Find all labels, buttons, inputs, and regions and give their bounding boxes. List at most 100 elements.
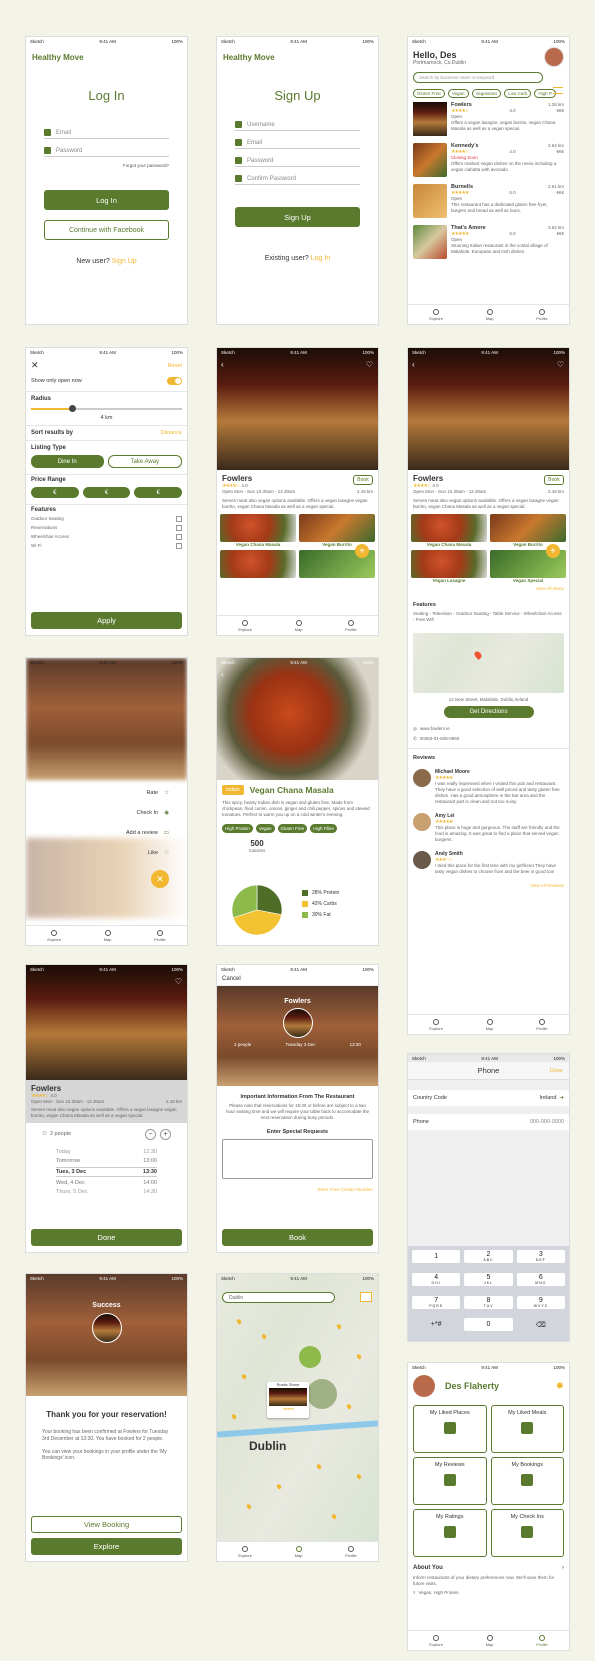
tab-explore[interactable]: Explore [429, 308, 443, 321]
chip-gluten-free[interactable]: Gluten Free [413, 89, 445, 98]
login-link[interactable]: Log In [311, 255, 330, 262]
tab-map[interactable]: Map [295, 1545, 302, 1558]
plus-icon[interactable]: + [160, 1129, 171, 1141]
tab-map[interactable]: Map [295, 619, 302, 632]
dish-card[interactable] [220, 550, 296, 579]
ratings-card[interactable]: My Ratings [413, 1509, 487, 1557]
list-item[interactable]: Burnells 2.61 km ★★★★★ 5.0 €€€ Open This re… [413, 184, 564, 218]
tab-profile[interactable]: Profile [345, 619, 357, 632]
password-field[interactable]: Password [235, 157, 360, 167]
checkins-card[interactable]: My Check Ins [490, 1509, 564, 1557]
search-input[interactable]: Dublin [222, 1292, 335, 1303]
minus-icon[interactable]: − [145, 1129, 156, 1141]
dish-card[interactable]: Vegan Special + [490, 544, 566, 583]
tab-map[interactable]: Map [486, 308, 493, 321]
avatar[interactable] [544, 47, 564, 67]
dine-in-button[interactable]: Dine In [31, 455, 104, 468]
list-item[interactable]: That's Amore 3.62 km ★★★★★ 5.0 €€€ Open Stu… [413, 225, 564, 259]
back-icon[interactable]: ‹ [412, 360, 415, 369]
facebook-button[interactable]: Continue with Facebook [44, 220, 169, 240]
sort-select[interactable]: Distance [161, 430, 182, 436]
chip-vegetarian[interactable]: Vegetarian [471, 89, 502, 98]
keypad-key[interactable]: 1 [412, 1250, 461, 1263]
checkbox[interactable] [176, 543, 182, 550]
keypad-key[interactable]: 8 TUV [464, 1295, 513, 1309]
bookings-card[interactable]: My Bookings [490, 1457, 564, 1505]
price-1-button[interactable]: € [31, 487, 79, 498]
tab-profile[interactable]: Profile [345, 1545, 357, 1558]
location[interactable]: Portmarnock, Co.Dublin [413, 60, 564, 66]
avatar[interactable] [413, 1375, 435, 1397]
book-button[interactable]: Book [353, 475, 373, 485]
signup-link[interactable]: Sign Up [112, 258, 137, 265]
checkbox[interactable] [176, 525, 182, 532]
keypad-key[interactable]: ⌫ [517, 1318, 565, 1331]
dish-card[interactable]: Vegan Burrito [299, 514, 375, 547]
checkbox[interactable] [176, 516, 182, 523]
tab-explore[interactable]: Explore [238, 1545, 252, 1558]
keypad-key[interactable]: 2 ABC [464, 1250, 513, 1263]
tab-map[interactable]: Map [486, 1018, 493, 1031]
country-code-row[interactable]: Country Code Ireland ➔ [408, 1090, 569, 1106]
radius-slider[interactable] [31, 405, 182, 412]
cancel-button[interactable]: Cancel [217, 973, 378, 986]
heart-icon[interactable]: ♡ [175, 977, 182, 986]
like-action[interactable]: Like ♡ [148, 850, 169, 856]
dish-card[interactable]: Vegan Burrito [490, 514, 566, 547]
chip-low-carb[interactable]: Low Carb [504, 89, 532, 98]
keypad-key[interactable]: 4 GHI [412, 1272, 461, 1286]
tab-map[interactable]: Map [486, 1634, 493, 1647]
tab-profile[interactable]: Profile [536, 1018, 548, 1031]
username-field[interactable]: Username [235, 121, 360, 131]
liked-places-card[interactable]: My Liked Places [413, 1405, 487, 1453]
dish-card[interactable]: + [299, 544, 375, 579]
checkbox[interactable] [176, 534, 182, 541]
dish-card[interactable]: Vegan Lasagne [411, 550, 487, 583]
about-row[interactable]: About You › [408, 1561, 569, 1575]
keypad-key[interactable]: 6 MNO [516, 1272, 565, 1286]
forgot-password-link[interactable]: Forgot your password? [44, 163, 169, 168]
confirm-password-field[interactable]: Confirm Password [235, 175, 360, 185]
checkin-action[interactable]: Check In ◉ [136, 810, 169, 816]
view-menu-link[interactable]: View All Menu [408, 583, 569, 594]
get-directions-button[interactable]: Get Directions [443, 706, 534, 719]
tab-profile[interactable]: Profile [536, 1634, 548, 1647]
list-item[interactable]: Fowlers 1.28 km ★★★★☆ 4.0 €€€ Open Offers a… [413, 102, 564, 136]
slider-handle[interactable] [68, 405, 76, 412]
email-field[interactable]: Email [235, 139, 360, 149]
login-button[interactable]: Log In [44, 190, 169, 210]
view-reviews-link[interactable]: View All Reviews [413, 883, 564, 888]
reset-button[interactable]: Reset [168, 363, 182, 369]
liked-meals-card[interactable]: My Liked Meals [490, 1405, 564, 1453]
special-requests-input[interactable] [222, 1139, 373, 1180]
back-icon[interactable]: ‹ [221, 670, 224, 679]
filter-icon[interactable] [553, 87, 563, 94]
keypad-key[interactable]: +*# [412, 1318, 460, 1331]
contact-number-link[interactable]: Enter Free Contact Number [217, 1183, 378, 1196]
tab-explore[interactable]: Explore [47, 929, 61, 942]
map-place-card[interactable]: Rustic Stone ★★★★★ [267, 1382, 309, 1418]
phone-field[interactable]: Phone 000-000-0000 [408, 1114, 569, 1130]
keypad-key[interactable]: 3 DEF [516, 1250, 565, 1263]
filter-icon[interactable] [360, 1292, 372, 1302]
open-now-toggle[interactable] [167, 377, 182, 385]
website-link[interactable]: ◎ www.fowlers.ie [413, 726, 564, 732]
dish-card[interactable]: Vegan Chana Masala [220, 514, 296, 547]
price-3-button[interactable]: € [134, 487, 183, 498]
tab-explore[interactable]: Explore [429, 1634, 443, 1647]
dish-card[interactable]: Vegan Chana Masala [411, 514, 487, 547]
tab-profile[interactable]: Profile [536, 308, 548, 321]
apply-button[interactable]: Apply [31, 612, 182, 629]
book-button[interactable]: Book [222, 1229, 373, 1246]
gear-icon[interactable]: ✹ [556, 1381, 564, 1392]
chip-vegan[interactable]: Vegan [447, 89, 469, 98]
review-action[interactable]: Add a review ▭ [126, 830, 169, 836]
keypad-key[interactable]: 5 JKL [464, 1272, 513, 1286]
done-button[interactable]: Done [31, 1229, 182, 1246]
location-map[interactable] [413, 633, 564, 694]
list-item[interactable]: Kennedy's 2.54 km ★★★★☆ 4.0 €€€ Closing Soo… [413, 143, 564, 177]
view-booking-button[interactable]: View Booking [31, 1516, 182, 1533]
tab-explore[interactable]: Explore [429, 1018, 443, 1031]
keypad-key[interactable]: 0 [464, 1318, 513, 1332]
price-2-button[interactable]: € [82, 487, 131, 498]
